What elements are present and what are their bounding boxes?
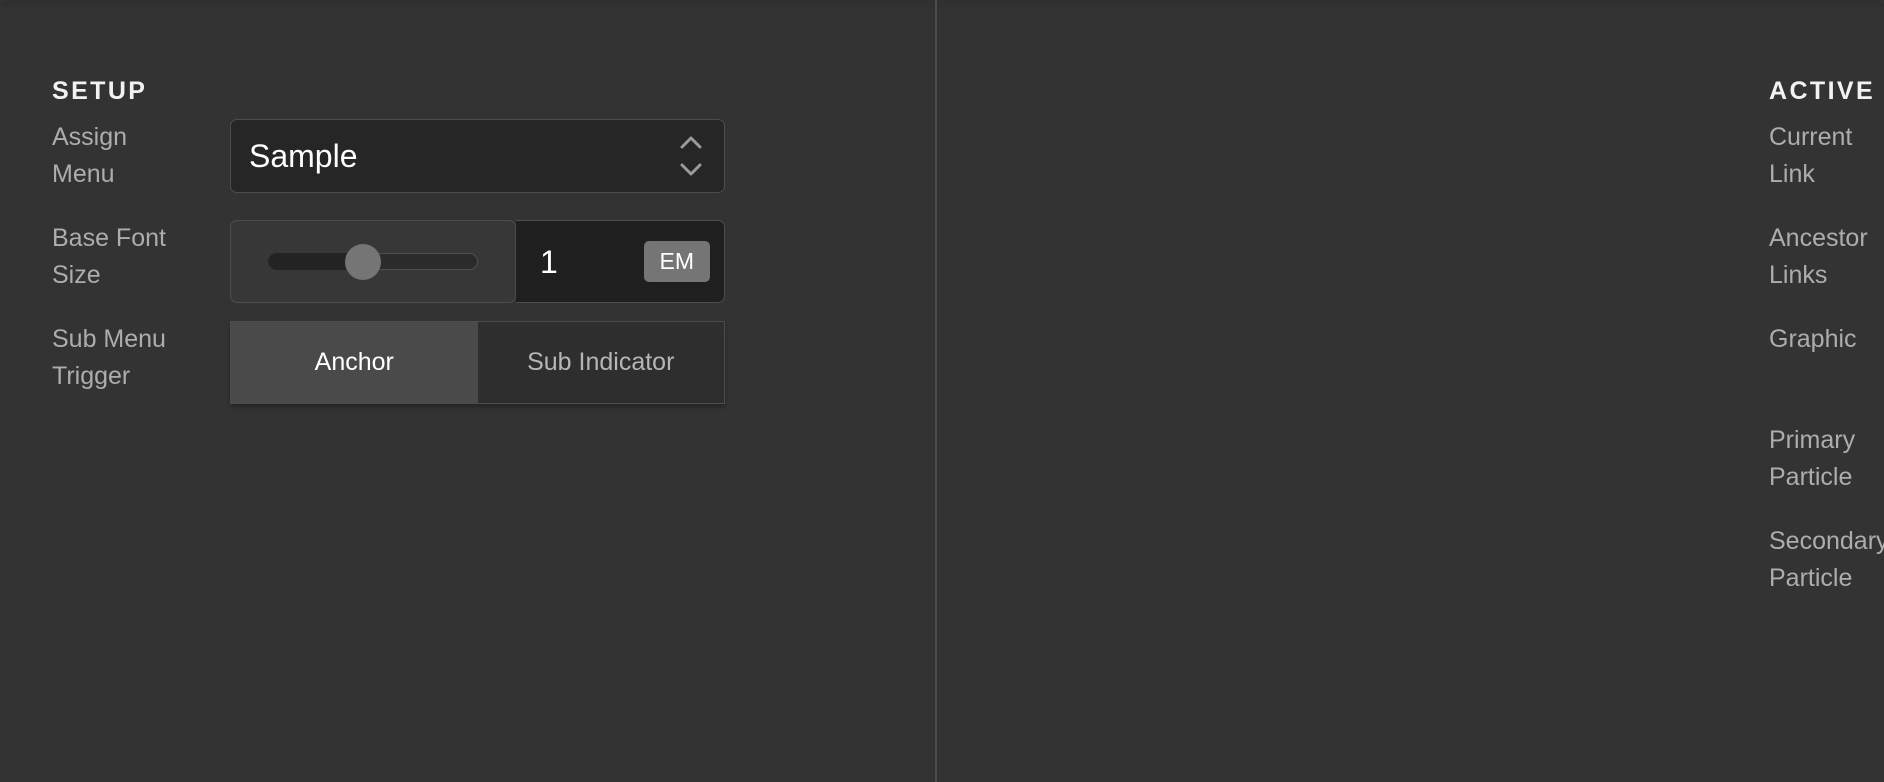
- setup-panel: SETUP Assign Menu Sample Base Font Size …: [0, 0, 936, 782]
- stepper-up-down-icon[interactable]: [680, 136, 702, 176]
- row-ancestor-links: Ancestor Links Off On: [1769, 220, 1884, 297]
- current-link-label: Current Link: [1769, 123, 1853, 188]
- graphic-label: Graphic: [1769, 325, 1857, 353]
- base-font-size-group: 1 EM: [230, 220, 725, 303]
- row-secondary-particle: Secondary Particle Off On: [1769, 523, 1884, 600]
- base-font-size-slider-container[interactable]: [230, 220, 516, 303]
- assign-menu-selected-value: Sample: [249, 138, 358, 174]
- base-font-size-slider[interactable]: [268, 243, 478, 280]
- sub-menu-trigger-segmented: Anchor Sub Indicator: [230, 321, 725, 404]
- ancestor-links-label: Ancestor Links: [1769, 224, 1868, 289]
- base-font-size-unit-button[interactable]: EM: [643, 241, 710, 282]
- base-font-size-label: Base Font Size: [52, 224, 166, 289]
- row-sub-menu-trigger: Sub Menu Trigger Anchor Sub Indicator: [52, 321, 725, 404]
- setup-panel-title: SETUP: [52, 76, 148, 105]
- base-font-size-value-box[interactable]: 1 EM: [516, 220, 725, 303]
- settings-panel-window: SETUP Assign Menu Sample Base Font Size …: [0, 0, 1884, 782]
- panes-container: SETUP Assign Menu Sample Base Font Size …: [0, 0, 1884, 782]
- base-font-size-value: 1: [540, 243, 558, 280]
- assign-menu-select[interactable]: Sample: [230, 119, 725, 193]
- row-current-link: Current Link Off On: [1769, 119, 1884, 196]
- panel-divider: [935, 0, 937, 782]
- active-links-panel-title: ACTIVE LINKS SETUP: [1769, 76, 1884, 105]
- row-graphic: Graphic Off On: [1769, 321, 1884, 398]
- base-font-size-control: 1 EM: [230, 220, 725, 303]
- sub-menu-trigger-control: Anchor Sub Indicator: [230, 321, 725, 404]
- sub-menu-trigger-label: Sub Menu Trigger: [52, 325, 166, 390]
- sub-menu-trigger-option-sub-indicator[interactable]: Sub Indicator: [477, 322, 724, 403]
- row-base-font-size: Base Font Size 1 EM: [52, 220, 725, 303]
- assign-menu-label: Assign Menu: [52, 123, 128, 188]
- slider-thumb-icon[interactable]: [344, 243, 381, 280]
- sub-menu-trigger-option-anchor[interactable]: Anchor: [231, 322, 478, 403]
- assign-menu-control: Sample: [230, 119, 725, 193]
- row-primary-particle: Primary Particle Off On: [1769, 422, 1884, 499]
- secondary-particle-label: Secondary Particle: [1769, 527, 1884, 592]
- active-links-panel: ACTIVE LINKS SETUP Current Link Off On A…: [936, 0, 1884, 782]
- row-assign-menu: Assign Menu Sample: [52, 119, 725, 193]
- primary-particle-label: Primary Particle: [1769, 426, 1856, 491]
